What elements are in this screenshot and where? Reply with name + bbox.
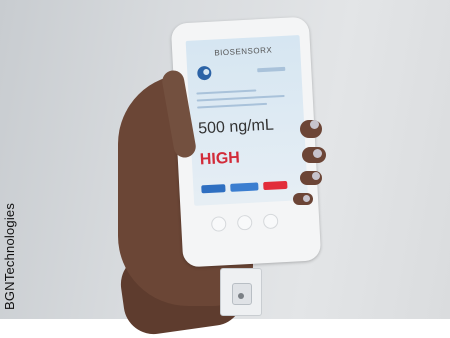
level-indicator: HIGH [199,149,241,169]
fingernail [303,195,310,202]
app-icon [196,65,212,81]
fingernail [310,120,319,129]
hardware-button-right[interactable] [262,213,279,230]
hardware-button-middle[interactable] [236,214,253,231]
faint-line-1 [196,89,257,95]
measurement-value: 500 ng/mL [197,116,275,138]
screen-button-3[interactable] [263,180,288,191]
faint-header-text [257,66,286,73]
screen-button-1[interactable] [201,184,226,194]
photo-scene: BIOSENSORX 500 ng/mL HIGH BGNTechnologie… [0,0,450,338]
photo-credit: BGNTechnologies [2,202,17,310]
faint-line-2 [196,94,285,102]
brand-logo: BIOSENSORX [214,45,273,58]
faint-line-3 [197,102,268,109]
sample-well [238,293,244,299]
screen-button-2[interactable] [230,182,259,192]
test-cartridge[interactable] [220,268,262,316]
hardware-button-left[interactable] [210,216,227,232]
fingernail [312,172,320,180]
fingernail [313,149,322,158]
device-screen: BIOSENSORX 500 ng/mL HIGH [185,35,309,206]
